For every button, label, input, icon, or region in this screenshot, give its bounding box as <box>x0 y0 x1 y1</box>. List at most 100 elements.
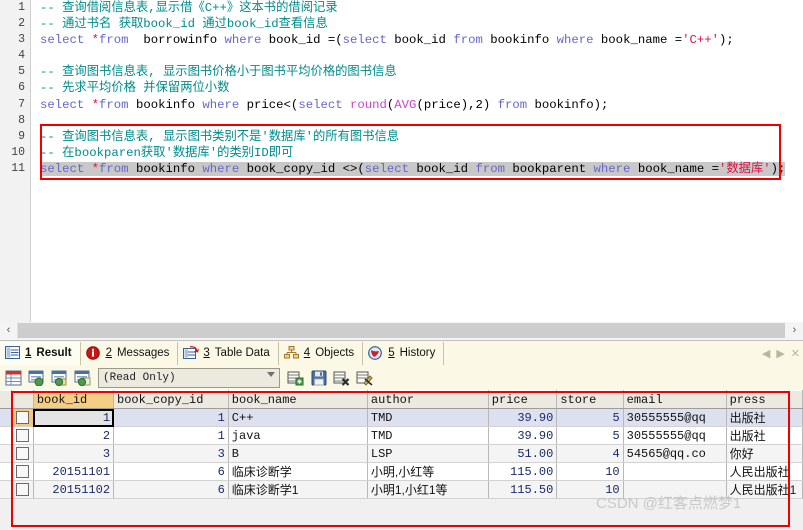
cell-store[interactable]: 10 <box>556 462 624 481</box>
code-line[interactable]: -- 查询图书信息表, 显示图书价格小于图书平均价格的图书信息 <box>31 64 803 80</box>
cell-book_copy_id[interactable]: 3 <box>113 444 229 463</box>
scroll-right-arrow[interactable]: › <box>786 322 803 339</box>
scrollbar-track[interactable] <box>18 323 785 338</box>
column-header-price[interactable]: price <box>488 390 558 409</box>
row-selector[interactable] <box>11 462 34 481</box>
result-tab-bar[interactable]: 1 Result 2 Messages 3 Table Data 4 Objects 5 Hist… <box>0 341 803 366</box>
row-checkbox[interactable] <box>16 411 30 425</box>
cell-price[interactable]: 115.50 <box>488 480 558 499</box>
code-line[interactable]: -- 通过书名 获取book_id 通过book_id查看信息 <box>31 16 803 32</box>
cell-book_id[interactable]: 20151102 <box>33 480 115 499</box>
column-header-book_name[interactable]: book_name <box>228 390 368 409</box>
row-checkbox[interactable] <box>16 465 30 479</box>
row-checkbox[interactable] <box>16 429 30 443</box>
tab-table-data[interactable]: 3 Table Data <box>178 341 279 365</box>
code-line[interactable] <box>31 48 803 64</box>
cell-press[interactable]: 出版社 <box>726 408 803 427</box>
cell-book_name[interactable]: C++ <box>228 408 368 427</box>
sql-code-area[interactable]: -- 查询借阅信息表,显示借《C++》这本书的借阅记录 -- 通过书名 获取boo… <box>31 0 803 322</box>
tab-close-button[interactable]: ✕ <box>788 347 803 360</box>
cell-book_name[interactable]: 临床诊断学 <box>228 462 368 481</box>
form-view-icon[interactable] <box>26 368 47 388</box>
tab-next-button[interactable]: ▶ <box>773 347 787 360</box>
cell-store[interactable]: 10 <box>556 480 624 499</box>
cell-store[interactable]: 4 <box>556 444 624 463</box>
code-line[interactable]: select *from bookinfo where book_copy_id… <box>31 161 803 177</box>
row-selector[interactable] <box>11 444 34 463</box>
result-toolbar[interactable]: (Read Only) <box>0 365 803 391</box>
cell-book_name[interactable]: 临床诊断学1 <box>228 480 368 499</box>
editor-horizontal-scrollbar[interactable]: ‹ › <box>0 322 803 341</box>
cell-press[interactable]: 你好 <box>726 444 803 463</box>
tab-result[interactable]: 1 Result <box>0 341 81 365</box>
cell-store[interactable]: 5 <box>556 408 624 427</box>
cell-email[interactable]: 30555555@qq <box>623 426 727 445</box>
code-line[interactable]: -- 查询借阅信息表,显示借《C++》这本书的借阅记录 <box>31 0 803 16</box>
row-checkbox[interactable] <box>16 447 30 461</box>
cell-price[interactable]: 115.00 <box>488 462 558 481</box>
cell-author[interactable]: 小明,小红等 <box>367 462 489 481</box>
cell-book_copy_id[interactable]: 6 <box>113 480 229 499</box>
cell-press[interactable]: 出版社 <box>726 426 803 445</box>
cell-press[interactable]: 人民出版社1 <box>726 480 803 499</box>
cell-email[interactable] <box>623 480 727 499</box>
export-grid-icon[interactable] <box>49 368 70 388</box>
code-line[interactable]: -- 先求平均价格 并保留两位小数 <box>31 80 803 96</box>
code-line[interactable]: -- 查询图书信息表, 显示图书类别不是'数据库'的所有图书信息 <box>31 129 803 145</box>
cell-email[interactable]: 30555555@qq <box>623 408 727 427</box>
column-header-store[interactable]: store <box>556 390 624 409</box>
row-selector[interactable] <box>11 408 34 427</box>
column-header-author[interactable]: author <box>367 390 489 409</box>
table-row[interactable]: 1 1 C++ TMD 39.90 5 30555555@qq 出版社 <box>0 408 803 427</box>
cell-author[interactable]: TMD <box>367 408 489 427</box>
code-line[interactable] <box>31 113 803 129</box>
cell-author[interactable]: TMD <box>367 426 489 445</box>
cell-book_id[interactable]: 3 <box>33 444 115 463</box>
delete-record-icon[interactable] <box>331 368 352 388</box>
cell-book_name[interactable]: B <box>228 444 368 463</box>
row-selector[interactable] <box>11 426 34 445</box>
result-table[interactable]: book_id book_copy_id book_name author price s… <box>0 390 803 499</box>
cell-press[interactable]: 人民出版社 <box>726 462 803 481</box>
row-selector[interactable] <box>11 480 34 499</box>
column-header-email[interactable]: email <box>623 390 727 409</box>
cell-book_id[interactable]: 20151101 <box>33 462 115 481</box>
result-grid[interactable]: book_id book_copy_id book_name author price s… <box>0 390 803 530</box>
cell-store[interactable]: 5 <box>556 426 624 445</box>
tab-objects[interactable]: 4 Objects <box>279 341 364 365</box>
scroll-left-arrow[interactable]: ‹ <box>0 322 18 339</box>
sql-editor[interactable]: 1 2 3 4 5 6 7 8 9 10 11 -- 查询借阅信息表,显示借《C++》这本书的借阅记… <box>0 0 803 323</box>
import-grid-icon[interactable] <box>72 368 93 388</box>
tab-messages[interactable]: 2 Messages <box>81 341 179 365</box>
cell-price[interactable]: 39.90 <box>488 426 558 445</box>
column-header-press[interactable]: press <box>726 390 803 409</box>
code-line[interactable]: select *from bookinfo where price<(selec… <box>31 97 803 113</box>
row-checkbox[interactable] <box>16 483 30 497</box>
cell-author[interactable]: 小明1,小红1等 <box>367 480 489 499</box>
grid-view-icon[interactable] <box>3 368 24 388</box>
table-row[interactable]: 2 1 java TMD 39.90 5 30555555@qq 出版社 <box>0 426 803 445</box>
tab-history[interactable]: 5 History <box>363 341 445 365</box>
table-row[interactable]: 20151102 6 临床诊断学1 小明1,小红1等 115.50 10 人民出版社1 <box>0 480 803 499</box>
cell-book_copy_id[interactable]: 1 <box>113 426 229 445</box>
cell-author[interactable]: LSP <box>367 444 489 463</box>
column-header-book_copy_id[interactable]: book_copy_id <box>113 390 229 409</box>
code-line[interactable]: -- 在bookparen获取'数据库'的类别ID即可 <box>31 145 803 161</box>
cell-email[interactable] <box>623 462 727 481</box>
cell-book_name[interactable]: java <box>228 426 368 445</box>
tab-prev-button[interactable]: ◀ <box>759 347 773 360</box>
save-record-icon[interactable] <box>308 368 329 388</box>
table-row[interactable]: 3 3 B LSP 51.00 4 54565@qq.co 你好 <box>0 444 803 463</box>
table-row[interactable]: 20151101 6 临床诊断学 小明,小红等 115.00 10 人民出版社 <box>0 462 803 481</box>
cell-email[interactable]: 54565@qq.co <box>623 444 727 463</box>
cell-book_id[interactable]: 1 <box>33 408 115 427</box>
cell-price[interactable]: 39.90 <box>488 408 558 427</box>
cell-price[interactable]: 51.00 <box>488 444 558 463</box>
cell-book_copy_id[interactable]: 1 <box>113 408 229 427</box>
column-header-book_id[interactable]: book_id <box>33 390 115 409</box>
cell-book_id[interactable]: 2 <box>33 426 115 445</box>
code-line[interactable]: select *from borrowinfo where book_id =(… <box>31 32 803 48</box>
chevron-down-icon[interactable] <box>267 371 275 377</box>
add-record-icon[interactable] <box>285 368 306 388</box>
read-only-select[interactable]: (Read Only) <box>98 367 280 388</box>
